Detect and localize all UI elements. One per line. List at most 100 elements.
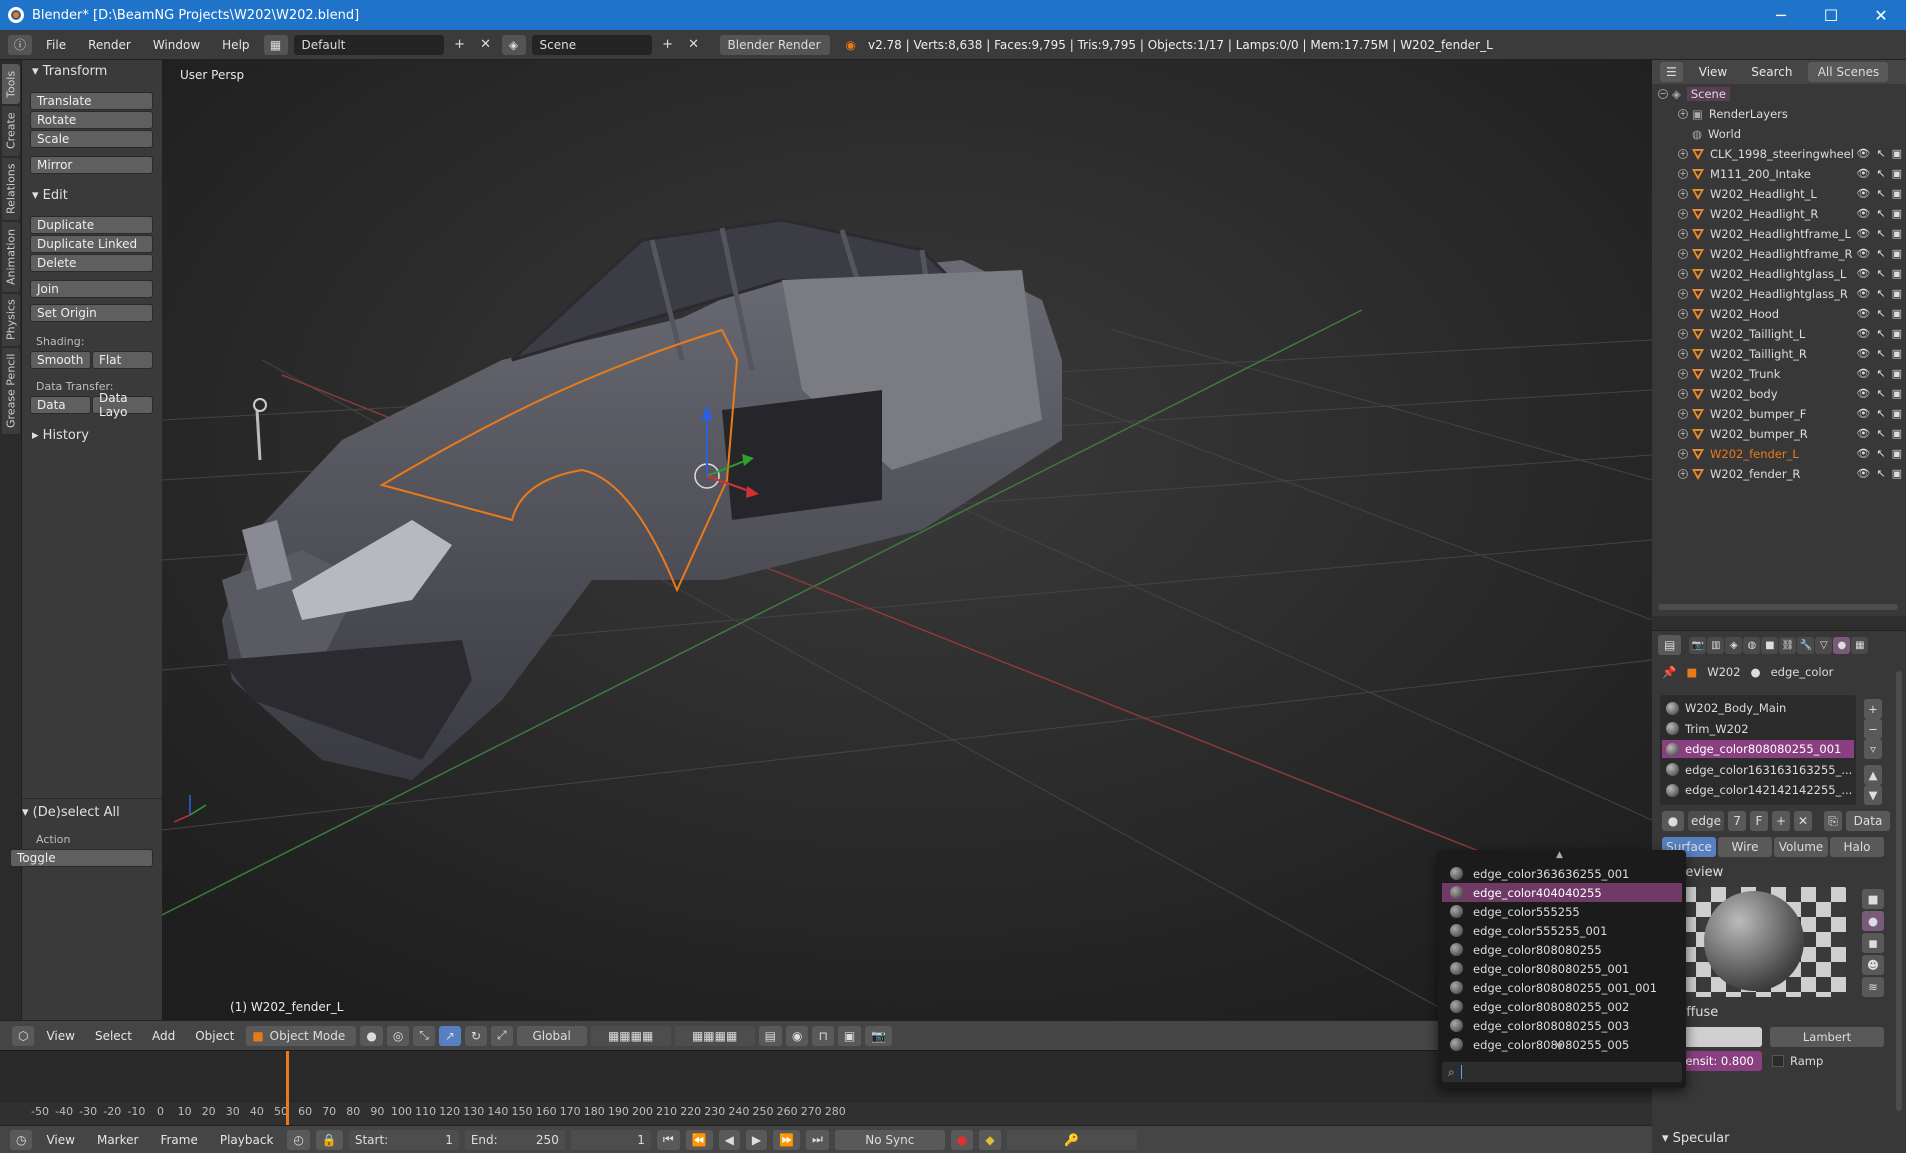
- material-users-count[interactable]: 7: [1728, 811, 1746, 831]
- scene-icon[interactable]: ◈: [501, 34, 526, 55]
- renderable-camera-icon[interactable]: ▣: [1892, 327, 1902, 340]
- preview-flat-icon[interactable]: ■: [1862, 889, 1884, 909]
- material-dropdown-item[interactable]: edge_color808080255_002: [1442, 997, 1682, 1016]
- menu-object[interactable]: Object: [187, 1029, 242, 1043]
- expand-icon[interactable]: +: [1678, 309, 1688, 319]
- end-frame-field[interactable]: End: 250: [464, 1129, 565, 1150]
- visibility-eye-icon[interactable]: 👁: [1856, 407, 1870, 420]
- render-layers-tab-icon[interactable]: ▥: [1707, 636, 1725, 654]
- outliner-object-row[interactable]: + W202_fender_R 👁 ↖ ▣: [1652, 464, 1906, 484]
- fake-user-button[interactable]: F: [1750, 811, 1768, 831]
- selectable-arrow-icon[interactable]: ↖: [1876, 367, 1885, 380]
- preview-monkey-icon[interactable]: ☻: [1862, 955, 1884, 975]
- slot-specials-button[interactable]: ▿: [1864, 739, 1882, 759]
- outliner-object-row[interactable]: + W202_bumper_F 👁 ↖ ▣: [1652, 404, 1906, 424]
- duplicate-button[interactable]: Duplicate: [30, 216, 153, 234]
- jump-keyframe-back-icon[interactable]: ⏪: [685, 1129, 713, 1150]
- expand-icon[interactable]: +: [1678, 269, 1688, 279]
- expand-icon[interactable]: +: [1678, 289, 1688, 299]
- remove-layout-icon[interactable]: ✕: [476, 35, 496, 55]
- expand-icon[interactable]: +: [1678, 189, 1688, 199]
- visibility-eye-icon[interactable]: 👁: [1856, 247, 1870, 260]
- current-frame-field[interactable]: 1: [570, 1129, 651, 1150]
- jump-keyframe-forward-icon[interactable]: ⏩: [773, 1129, 801, 1150]
- renderable-camera-icon[interactable]: ▣: [1892, 447, 1902, 460]
- duplicate-linked-button[interactable]: Duplicate Linked: [30, 235, 153, 253]
- menu-window[interactable]: Window: [145, 38, 208, 52]
- scene-field[interactable]: Scene: [531, 34, 652, 55]
- outliner-object-row[interactable]: + M111_200_Intake 👁 ↖ ▣: [1652, 164, 1906, 184]
- collapse-icon[interactable]: −: [1658, 89, 1668, 99]
- visibility-eye-icon[interactable]: 👁: [1856, 147, 1870, 160]
- renderable-camera-icon[interactable]: ▣: [1892, 287, 1902, 300]
- screen-layout-field[interactable]: Default: [293, 34, 444, 55]
- renderable-camera-icon[interactable]: ▣: [1892, 147, 1902, 160]
- expand-icon[interactable]: +: [1678, 209, 1688, 219]
- outliner-object-row[interactable]: + W202_Headlightframe_R 👁 ↖ ▣: [1652, 244, 1906, 264]
- tab-tools[interactable]: Tools: [2, 64, 20, 104]
- selectable-arrow-icon[interactable]: ↖: [1876, 427, 1885, 440]
- edit-panel-header[interactable]: ▾ Edit: [22, 184, 68, 206]
- expand-icon[interactable]: +: [1678, 469, 1688, 479]
- translate-button[interactable]: Translate: [30, 92, 153, 110]
- editor-type-properties-icon[interactable]: ▤: [1658, 635, 1682, 655]
- proportional-edit-icon[interactable]: ◉: [785, 1025, 809, 1046]
- menu-frame[interactable]: Frame: [152, 1133, 205, 1147]
- renderable-camera-icon[interactable]: ▣: [1892, 407, 1902, 420]
- material-dropdown-item[interactable]: edge_color808080255_001: [1442, 959, 1682, 978]
- layers-grid-2[interactable]: ▦▦▦▦: [674, 1025, 755, 1046]
- tab-halo[interactable]: Halo: [1830, 837, 1884, 857]
- visibility-eye-icon[interactable]: 👁: [1856, 467, 1870, 480]
- move-slot-up-button[interactable]: ▲: [1864, 765, 1882, 785]
- expand-icon[interactable]: +: [1678, 409, 1688, 419]
- delete-button[interactable]: Delete: [30, 254, 153, 272]
- renderable-camera-icon[interactable]: ▣: [1892, 387, 1902, 400]
- snap-icon[interactable]: ⊓: [812, 1025, 834, 1046]
- scroll-up-icon[interactable]: ▲: [1556, 850, 1563, 860]
- outliner-object-row[interactable]: + W202_body 👁 ↖ ▣: [1652, 384, 1906, 404]
- outliner[interactable]: − ◈ Scene + ▣ RenderLayers ◍ World + CLK_…: [1652, 84, 1906, 616]
- outliner-object-row[interactable]: + W202_Headlightglass_R 👁 ↖ ▣: [1652, 284, 1906, 304]
- editor-type-3d-icon[interactable]: ⬡: [12, 1025, 35, 1046]
- keying-set-icon[interactable]: ◆: [979, 1129, 1001, 1150]
- material-dropdown-item[interactable]: edge_color808080255_001_001: [1442, 978, 1682, 997]
- material-slot-item[interactable]: edge_color142142142255_...: [1662, 781, 1854, 799]
- expand-icon[interactable]: +: [1678, 389, 1688, 399]
- visibility-eye-icon[interactable]: 👁: [1856, 447, 1870, 460]
- visibility-eye-icon[interactable]: 👁: [1856, 387, 1870, 400]
- material-dropdown-item[interactable]: edge_color555255_001: [1442, 921, 1682, 940]
- ramp-toggle[interactable]: Ramp: [1772, 1054, 1823, 1068]
- outliner-object-row[interactable]: + W202_Taillight_L 👁 ↖ ▣: [1652, 324, 1906, 344]
- outliner-object-row[interactable]: + W202_Taillight_R 👁 ↖ ▣: [1652, 344, 1906, 364]
- render-engine-select[interactable]: Blender Render: [719, 34, 830, 55]
- expand-icon[interactable]: +: [1678, 329, 1688, 339]
- renderable-camera-icon[interactable]: ▣: [1892, 267, 1902, 280]
- renderable-camera-icon[interactable]: ▣: [1892, 427, 1902, 440]
- visibility-eye-icon[interactable]: 👁: [1856, 187, 1870, 200]
- visibility-eye-icon[interactable]: 👁: [1856, 207, 1870, 220]
- selectable-arrow-icon[interactable]: ↖: [1876, 287, 1885, 300]
- material-dropdown-item[interactable]: edge_color808080255_003: [1442, 1016, 1682, 1035]
- modifiers-tab-icon[interactable]: 🔧: [1797, 636, 1815, 654]
- visibility-eye-icon[interactable]: 👁: [1856, 327, 1870, 340]
- expand-icon[interactable]: +: [1678, 249, 1688, 259]
- visibility-eye-icon[interactable]: 👁: [1856, 347, 1870, 360]
- renderable-camera-icon[interactable]: ▣: [1892, 167, 1902, 180]
- selectable-arrow-icon[interactable]: ↖: [1876, 207, 1885, 220]
- renderable-camera-icon[interactable]: ▣: [1892, 367, 1902, 380]
- outliner-scrollbar[interactable]: [1658, 604, 1898, 610]
- renderable-camera-icon[interactable]: ▣: [1892, 347, 1902, 360]
- menu-view[interactable]: View: [38, 1029, 82, 1043]
- action-select[interactable]: Toggle: [10, 849, 153, 867]
- jump-end-icon[interactable]: ⏭: [806, 1129, 829, 1150]
- material-search-input[interactable]: ⌕: [1442, 1062, 1682, 1082]
- selectable-arrow-icon[interactable]: ↖: [1876, 447, 1885, 460]
- data-layout-button[interactable]: Data Layo: [92, 391, 153, 419]
- outliner-object-row[interactable]: + W202_Trunk 👁 ↖ ▣: [1652, 364, 1906, 384]
- mirror-button[interactable]: Mirror: [30, 156, 153, 174]
- specular-panel-header[interactable]: ▾ Specular: [1652, 1127, 1729, 1149]
- selectable-arrow-icon[interactable]: ↖: [1876, 267, 1885, 280]
- set-origin-select[interactable]: Set Origin: [30, 304, 153, 322]
- visibility-eye-icon[interactable]: 👁: [1856, 167, 1870, 180]
- sync-mode-select[interactable]: No Sync: [834, 1129, 945, 1150]
